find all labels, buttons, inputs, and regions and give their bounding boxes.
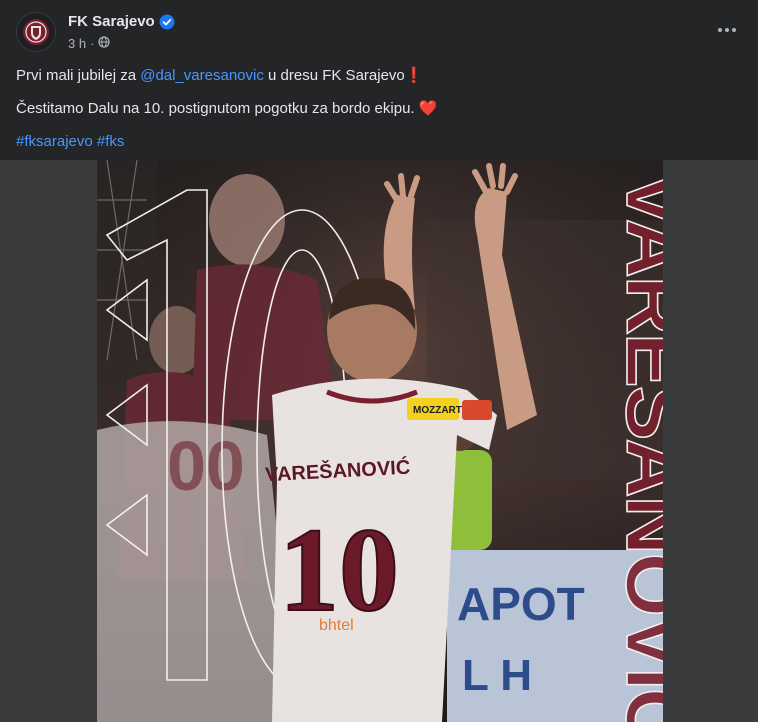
- club-crest-icon: [23, 19, 49, 45]
- globe-icon: [98, 36, 111, 51]
- post-time[interactable]: 3 h: [68, 36, 86, 51]
- svg-text:VAREŠANOVIĆ: VAREŠANOVIĆ: [609, 172, 663, 722]
- facebook-post: FK Sarajevo 3 h · Prvi mali jubilej za @…: [0, 0, 758, 722]
- post-header: FK Sarajevo 3 h ·: [0, 0, 758, 60]
- verified-badge-icon: [159, 14, 175, 30]
- player-surname-vertical: VAREŠANOVIĆ: [608, 171, 663, 722]
- svg-text:bhtel: bhtel: [319, 617, 354, 634]
- svg-text:L H: L H: [462, 651, 532, 700]
- more-options-button[interactable]: [714, 20, 740, 40]
- post-meta: 3 h ·: [68, 36, 111, 51]
- hashtag-link[interactable]: #fks: [97, 133, 125, 150]
- mention-link[interactable]: @dal_varesanovic: [140, 67, 264, 84]
- more-horizontal-icon: [718, 28, 722, 32]
- page-avatar[interactable]: [16, 12, 56, 52]
- svg-text:MOZZART: MOZZART: [413, 405, 462, 416]
- post-line-1: Prvi mali jubilej za @dal_varesanovic u …: [16, 67, 424, 84]
- page-name-text[interactable]: FK Sarajevo: [68, 13, 155, 30]
- svg-text:00: 00: [167, 427, 245, 505]
- exclamation-emoji-icon: ❗: [404, 67, 424, 84]
- post-message: Prvi mali jubilej za @dal_varesanovic u …: [16, 66, 736, 165]
- heart-emoji-icon: ❤️: [418, 100, 438, 117]
- hashtag-link[interactable]: #fksarajevo: [16, 133, 93, 150]
- post-line-2: Čestitamo Dalu na 10. postignutom pogotk…: [16, 100, 438, 117]
- page-name[interactable]: FK Sarajevo: [68, 13, 175, 30]
- svg-text:APOT: APOT: [457, 578, 585, 630]
- post-hashtags: #fksarajevo #fks: [16, 132, 736, 152]
- post-image[interactable]: APOT L H 00 MOZZART VAREŠANOVIĆ 10 bhtel…: [97, 160, 663, 722]
